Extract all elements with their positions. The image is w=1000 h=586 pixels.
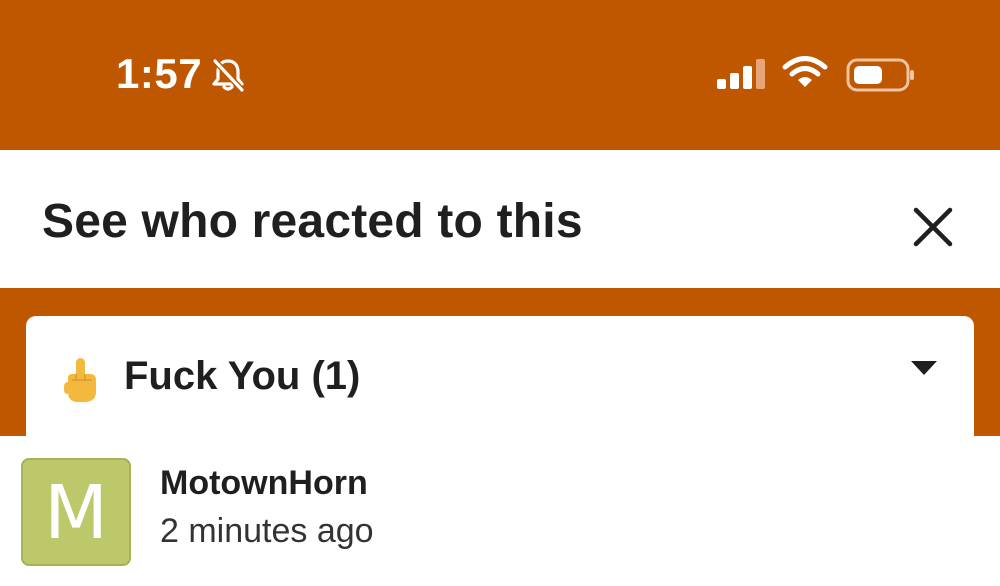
user-name[interactable]: MotownHorn [160, 464, 368, 503]
status-time: 1:57 [116, 50, 203, 97]
reaction-timestamp: 2 minutes ago [160, 512, 374, 550]
sheet-header: See who reacted to this [0, 150, 1000, 288]
wifi-icon [782, 56, 828, 90]
status-bar: 1:57 [0, 0, 1000, 150]
bell-slash-icon [210, 57, 246, 93]
middle-finger-emoji-icon [60, 356, 104, 404]
battery-icon [846, 58, 916, 92]
avatar[interactable]: M [21, 458, 131, 566]
reactions-sheet: See who reacted to this Fuck You (1) M M… [0, 150, 1000, 586]
cellular-signal-icon [716, 58, 768, 90]
sheet-title: See who reacted to this [42, 195, 583, 248]
reaction-filter-dropdown[interactable]: Fuck You (1) [26, 316, 974, 456]
close-icon[interactable] [902, 196, 964, 258]
list-item[interactable]: M MotownHorn 2 minutes ago [0, 436, 1000, 586]
chevron-down-icon[interactable] [910, 360, 938, 376]
reaction-filter-label: Fuck You (1) [124, 354, 361, 398]
close-button[interactable] [902, 196, 964, 258]
